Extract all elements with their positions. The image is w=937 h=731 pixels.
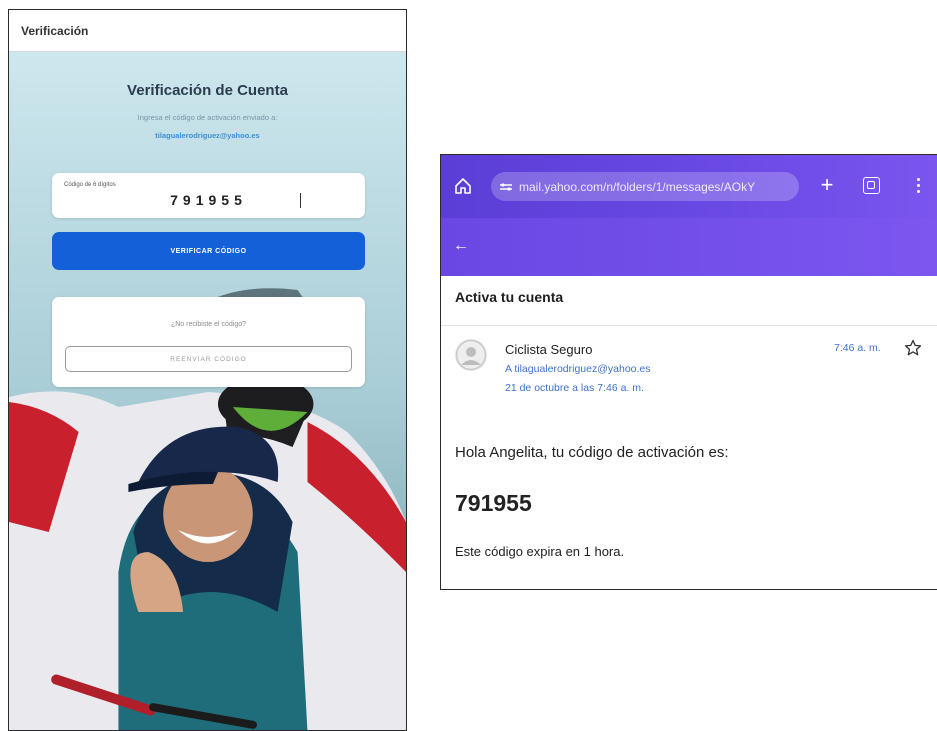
instruction-text: Ingresa el código de activación enviado … <box>137 113 278 122</box>
email-greeting: Hola Angelita, tu código de activación e… <box>455 444 729 461</box>
background-photo <box>9 52 406 730</box>
verification-app-screen: Verificación Verificación de Cuenta Ingr… <box>8 9 407 731</box>
email-date: 21 de octubre a las 7:46 a. m. <box>505 382 644 394</box>
target-email: tilagualerodriguez@yahoo.es <box>155 131 260 140</box>
browser-toolbar: mail.yahoo.com/n/folders/1/messages/AOkY… <box>441 155 937 218</box>
url-text: mail.yahoo.com/n/folders/1/messages/AOkY <box>519 179 756 194</box>
home-icon[interactable] <box>454 177 472 195</box>
code-field-label: Código de 6 dígitos <box>64 182 116 188</box>
divider <box>441 325 937 326</box>
text-caret <box>300 193 301 208</box>
recipient-line[interactable]: A tilagualerodriguez@yahoo.es <box>505 363 651 375</box>
user-placeholder-icon <box>455 339 487 371</box>
resend-code-button[interactable]: REENVIAR CÓDIGO <box>65 346 352 372</box>
code-input-card[interactable]: Código de 6 dígitos 791955 <box>52 173 365 218</box>
tabs-icon[interactable] <box>863 177 880 194</box>
sender-name[interactable]: Ciclista Seguro <box>505 342 592 357</box>
more-vert-icon[interactable] <box>917 176 921 196</box>
address-bar[interactable]: mail.yahoo.com/n/folders/1/messages/AOkY <box>491 172 799 201</box>
resend-question: ¿No recibiste el código? <box>170 321 247 328</box>
email-screen: mail.yahoo.com/n/folders/1/messages/AOkY… <box>440 154 937 590</box>
verification-header: Verificación de Cuenta Ingresa el código… <box>9 52 406 140</box>
back-arrow-icon[interactable]: ← <box>453 238 469 254</box>
mail-nav-bar: ← <box>441 218 937 276</box>
site-settings-icon[interactable] <box>499 182 513 192</box>
verify-code-button[interactable]: VERIFICAR CÓDIGO <box>52 232 365 270</box>
email-time: 7:46 a. m. <box>834 342 881 354</box>
app-topbar: Verificación <box>9 10 406 52</box>
page-title: Verificación de Cuenta <box>127 82 288 99</box>
topbar-title: Verificación <box>21 23 89 38</box>
expiry-note: Este código expira en 1 hora. <box>455 544 625 559</box>
plus-icon[interactable]: + <box>816 173 838 197</box>
resend-card: ¿No recibiste el código? REENVIAR CÓDIGO <box>52 297 365 387</box>
activation-code: 791955 <box>455 490 532 516</box>
email-subject: Activa tu cuenta <box>455 289 564 305</box>
code-input[interactable]: 791955 <box>52 192 365 208</box>
star-icon[interactable] <box>904 339 922 357</box>
avatar[interactable] <box>455 339 487 371</box>
